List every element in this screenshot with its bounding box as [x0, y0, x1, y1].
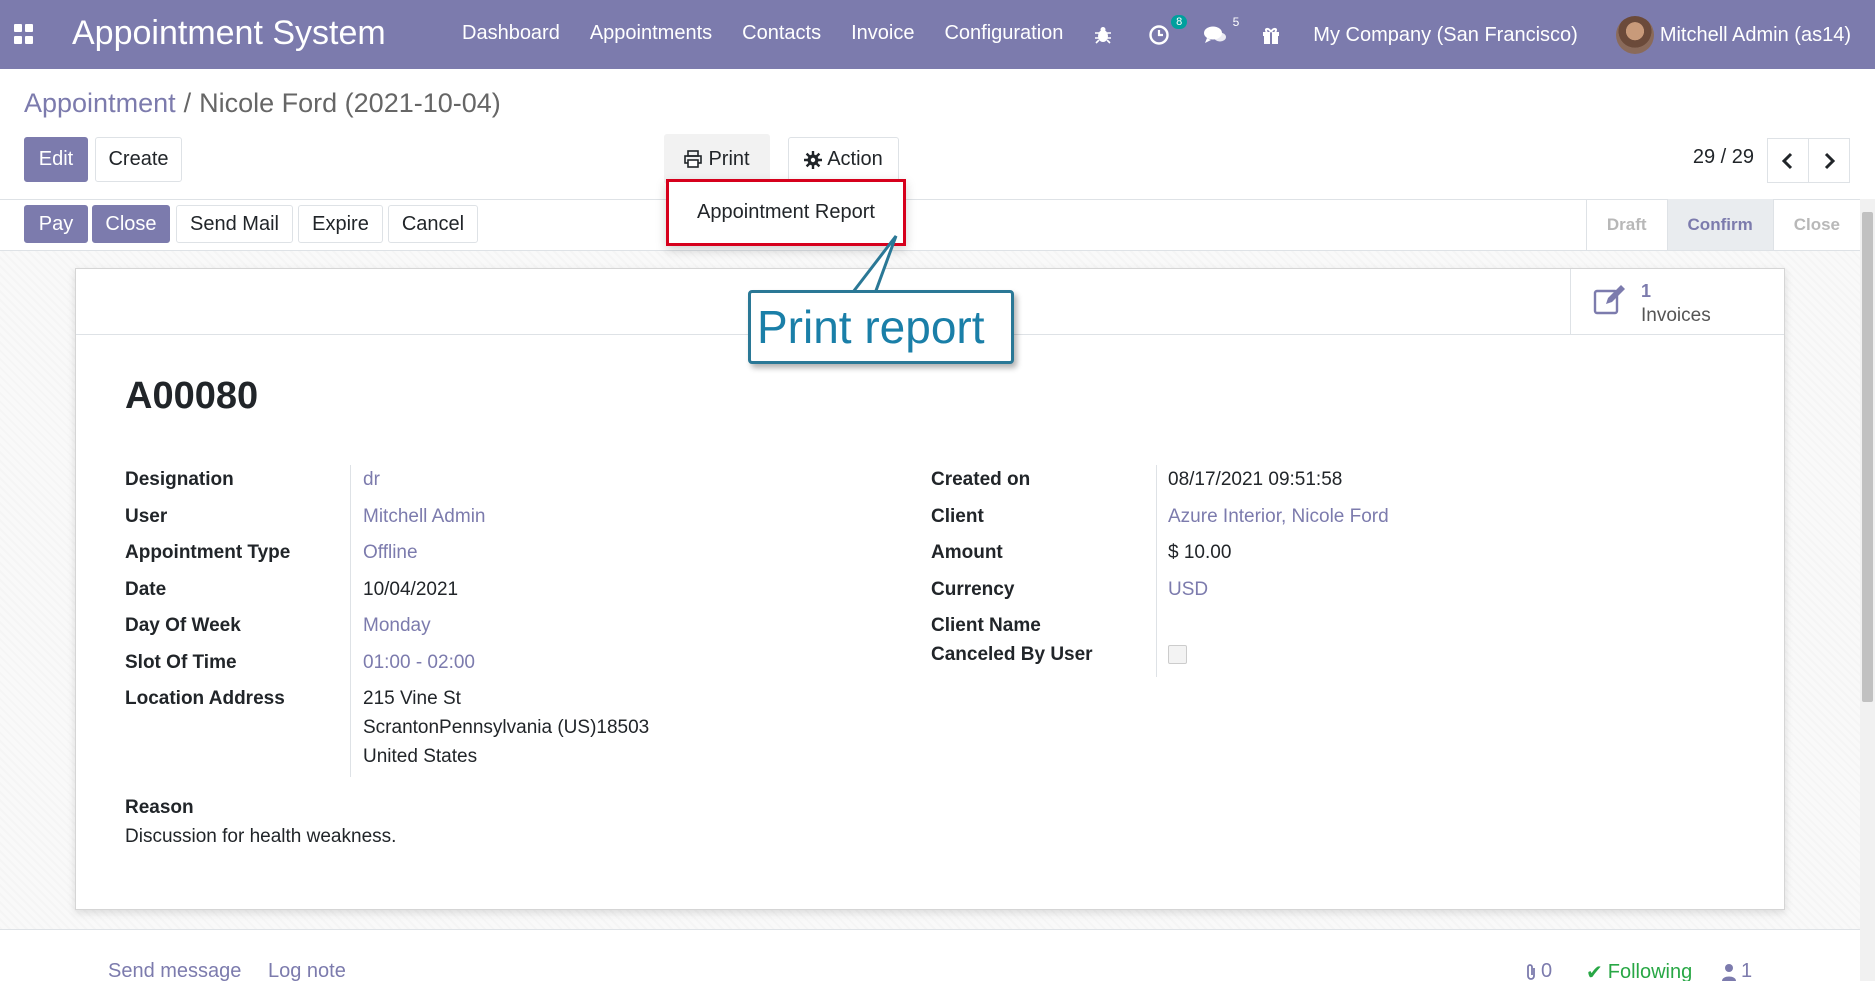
chevron-right-icon	[1824, 152, 1836, 169]
created-on-label: Created on	[931, 469, 1031, 490]
appointment-type-label: Appointment Type	[125, 542, 291, 563]
print-icon	[684, 150, 703, 168]
activity-clock-icon[interactable]: 8	[1145, 15, 1188, 49]
systray: 8 5 My Company (San Francisco) Mitchell …	[1089, 15, 1875, 54]
pager-value[interactable]: 29 / 29	[1693, 146, 1754, 169]
scrollbar-thumb[interactable]	[1862, 212, 1873, 702]
messages-icon[interactable]: 5	[1201, 15, 1239, 49]
date-value: 10/04/2021	[363, 579, 459, 600]
right-group-divider	[1156, 465, 1157, 677]
stage-close[interactable]: Close	[1772, 199, 1860, 250]
amount-label: Amount	[931, 542, 1003, 563]
user-label: User	[125, 506, 168, 527]
following-label: Following	[1607, 961, 1693, 981]
designation-value[interactable]: dr	[363, 469, 380, 491]
invoices-count: 1	[1641, 281, 1652, 301]
edit-button[interactable]: Edit	[24, 137, 88, 182]
check-icon: ✔	[1586, 962, 1603, 981]
status-stages: Draft Confirm Close	[1585, 199, 1860, 250]
top-navbar: Appointment System Dashboard Appointment…	[0, 0, 1875, 69]
canceled-by-user-label: Canceled By User	[931, 644, 1093, 665]
appointment-report-menu-item[interactable]: Appointment Report	[697, 201, 875, 224]
currency-label: Currency	[931, 579, 1015, 600]
reason-value: Discussion for health weakness.	[125, 826, 397, 847]
messages-count: 5	[1232, 15, 1240, 29]
attachments-button[interactable]: 0	[1524, 960, 1552, 981]
user-menu[interactable]: Mitchell Admin (as14)	[1660, 24, 1851, 47]
apps-menu-icon[interactable]	[14, 24, 34, 44]
following-button[interactable]: ✔ Following	[1586, 960, 1692, 981]
send-message-button[interactable]: Send message	[108, 960, 241, 981]
pay-button[interactable]: Pay	[24, 205, 88, 243]
slot-of-time-label: Slot Of Time	[125, 652, 237, 673]
expire-button[interactable]: Expire	[298, 205, 383, 243]
send-mail-button[interactable]: Send Mail	[176, 205, 293, 243]
create-button[interactable]: Create	[95, 137, 182, 182]
address-line-2: ScrantonPennsylvania (US)18503	[363, 717, 650, 738]
cancel-button[interactable]: Cancel	[388, 205, 478, 243]
stage-confirm[interactable]: Confirm	[1666, 199, 1773, 250]
invoices-label: Invoices	[1641, 305, 1711, 326]
menu-configuration[interactable]: Configuration	[944, 22, 1063, 45]
slot-of-time-value[interactable]: 01:00 - 02:00	[363, 652, 475, 674]
user-icon	[1722, 963, 1736, 981]
paperclip-icon	[1527, 963, 1535, 980]
amount-value: $ 10.00	[1168, 542, 1232, 563]
chatter-divider	[0, 929, 1860, 930]
canceled-by-user-checkbox[interactable]	[1168, 645, 1187, 664]
date-label: Date	[125, 579, 167, 600]
user-value[interactable]: Mitchell Admin	[363, 506, 486, 528]
location-address-label: Location Address	[125, 688, 285, 709]
breadcrumb-separator: /	[183, 88, 192, 118]
statusbar-top-border	[0, 199, 1860, 200]
stage-draft[interactable]: Draft	[1585, 199, 1667, 250]
app-title[interactable]: Appointment System	[72, 14, 386, 53]
menu-dashboard[interactable]: Dashboard	[462, 22, 560, 45]
action-label: Action	[827, 148, 883, 170]
gear-icon	[804, 150, 823, 169]
close-button[interactable]: Close	[92, 205, 170, 243]
main-menu: Dashboard Appointments Contacts Invoice …	[462, 22, 1063, 45]
user-avatar[interactable]	[1615, 16, 1654, 54]
appointment-type-value[interactable]: Offline	[363, 542, 418, 564]
log-note-button[interactable]: Log note	[268, 960, 346, 981]
menu-invoice[interactable]: Invoice	[851, 22, 914, 45]
breadcrumb: Appointment / Nicole Ford (2021-10-04)	[24, 88, 501, 119]
print-label: Print	[708, 147, 750, 170]
designation-label: Designation	[125, 469, 234, 490]
left-group-divider	[350, 465, 351, 777]
breadcrumb-current: Nicole Ford (2021-10-04)	[199, 88, 501, 118]
bug-icon[interactable]	[1089, 21, 1117, 49]
form-sheet: 1 Invoices A00080 Designation dr User Mi…	[75, 268, 1785, 910]
edit-pencil-icon	[1593, 285, 1625, 315]
chevron-left-icon	[1781, 152, 1793, 169]
created-on-value: 08/17/2021 09:51:58	[1168, 469, 1343, 490]
print-report-callout: Print report	[748, 290, 1014, 364]
followers-count: 1	[1741, 960, 1753, 981]
company-switcher[interactable]: My Company (San Francisco)	[1313, 24, 1578, 47]
activity-badge: 8	[1171, 15, 1188, 29]
invoices-smart-button[interactable]: 1 Invoices	[1570, 269, 1784, 335]
breadcrumb-parent[interactable]: Appointment	[24, 88, 176, 118]
menu-appointments[interactable]: Appointments	[590, 22, 712, 45]
day-of-week-label: Day Of Week	[125, 615, 241, 636]
address-line-3: United States	[363, 746, 478, 767]
callout-pointer	[838, 235, 898, 298]
day-of-week-value[interactable]: Monday	[363, 615, 431, 637]
pager-next-button[interactable]	[1808, 138, 1850, 183]
gift-icon[interactable]	[1257, 21, 1285, 49]
pager-previous-button[interactable]	[1767, 138, 1809, 183]
menu-contacts[interactable]: Contacts	[742, 22, 821, 45]
address-line-1: 215 Vine St	[363, 688, 461, 709]
print-dropdown-button[interactable]: Print	[664, 134, 770, 184]
client-label: Client	[931, 506, 984, 527]
client-value[interactable]: Azure Interior, Nicole Ford	[1168, 506, 1389, 528]
action-dropdown-button[interactable]: Action	[788, 137, 899, 182]
record-name: A00080	[125, 375, 259, 417]
reason-label: Reason	[125, 797, 194, 818]
currency-value[interactable]: USD	[1168, 579, 1208, 601]
followers-button[interactable]: 1	[1722, 960, 1752, 981]
client-name-label: Client Name	[931, 615, 1041, 636]
attachments-count: 0	[1541, 960, 1553, 981]
